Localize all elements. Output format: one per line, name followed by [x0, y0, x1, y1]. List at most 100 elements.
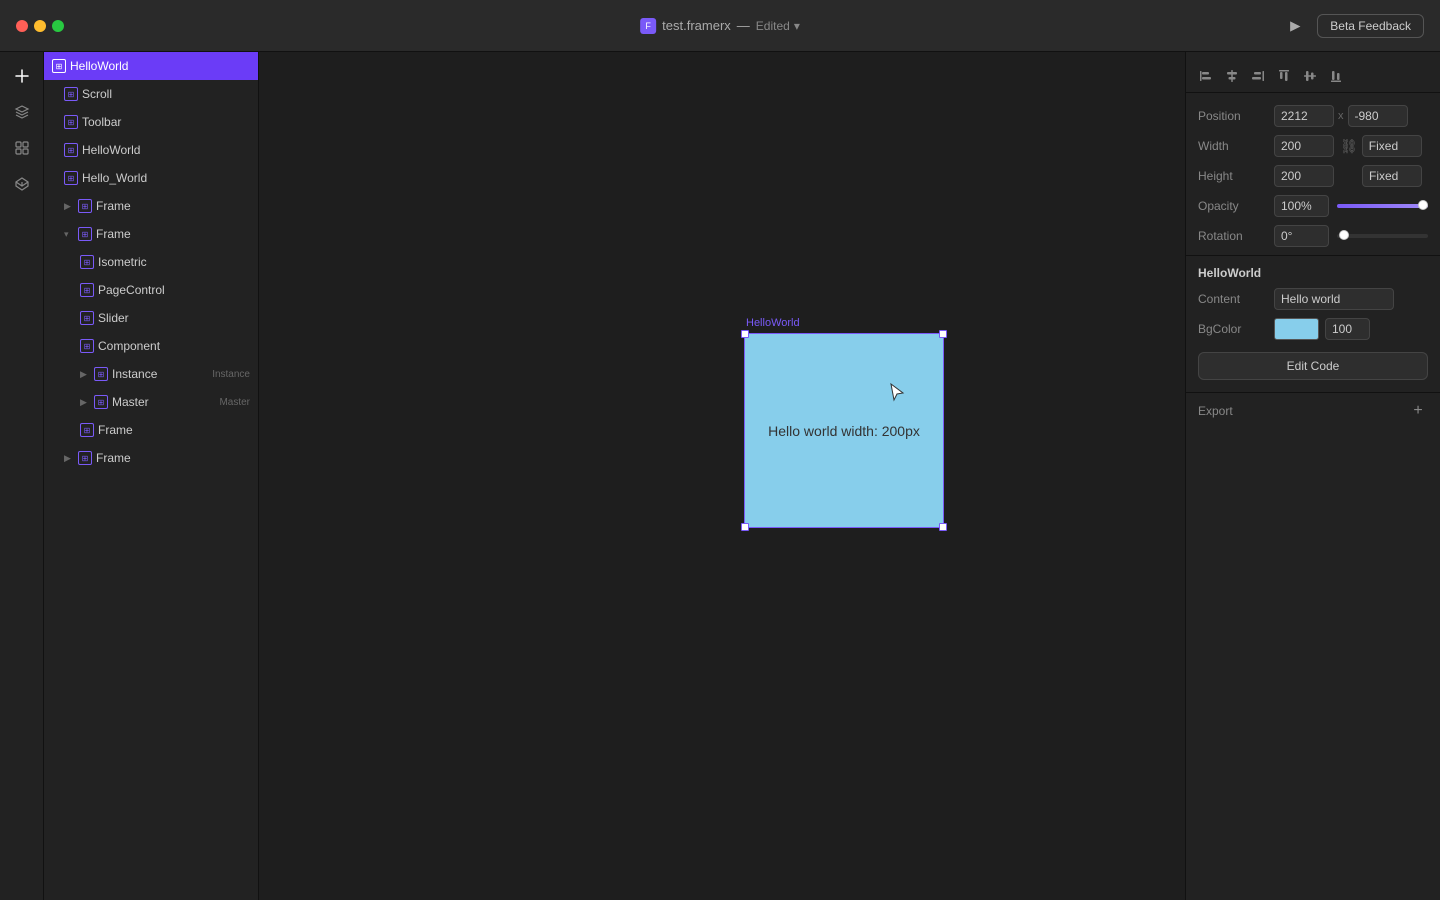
- layer-label: Slider: [98, 311, 250, 325]
- canvas-frame[interactable]: Hello world width: 200px: [744, 333, 944, 528]
- layer-icon: ⊞: [64, 143, 78, 157]
- opacity-input[interactable]: [1274, 195, 1329, 217]
- rotation-value: [1274, 225, 1428, 247]
- titlebar-right: ▶ Beta Feedback: [1281, 12, 1424, 40]
- expand-arrow[interactable]: ▶: [80, 369, 90, 380]
- layer-icon: ⊞: [80, 423, 94, 437]
- layer-item-scroll[interactable]: ⊞ Scroll: [44, 80, 258, 108]
- content-label: Content: [1198, 292, 1266, 306]
- rotation-thumb: [1339, 230, 1349, 240]
- handle-top-right[interactable]: [939, 330, 947, 338]
- layer-label: Frame: [96, 227, 250, 241]
- edited-label: Edited: [756, 19, 790, 33]
- height-input[interactable]: [1274, 165, 1334, 187]
- width-value: ⛓ Fixed Fill Hug: [1274, 135, 1428, 157]
- rotation-input[interactable]: [1274, 225, 1329, 247]
- position-label: Position: [1198, 109, 1266, 123]
- layer-label: HelloWorld: [70, 59, 250, 73]
- export-add-button[interactable]: +: [1408, 401, 1428, 421]
- position-value: x: [1274, 105, 1428, 127]
- bgcolor-num-input[interactable]: [1325, 318, 1370, 340]
- layer-item-helloworld-root[interactable]: ⊞ HelloWorld: [44, 52, 258, 80]
- layer-item-frame4[interactable]: ▶ ⊞ Frame: [44, 444, 258, 472]
- components-button[interactable]: [6, 132, 38, 164]
- layer-label: Frame: [98, 423, 250, 437]
- layer-label: Instance: [112, 367, 208, 381]
- align-center-h-button[interactable]: [1220, 64, 1244, 88]
- layer-icon: ⊞: [80, 255, 94, 269]
- bgcolor-row: BgColor: [1186, 314, 1440, 344]
- align-right-button[interactable]: [1246, 64, 1270, 88]
- add-button[interactable]: [6, 60, 38, 92]
- width-label: Width: [1198, 139, 1266, 153]
- bgcolor-value: [1274, 318, 1428, 340]
- filename: test.framerx: [662, 18, 731, 33]
- titlebar-left: [16, 20, 72, 32]
- layer-icon: ⊞: [78, 199, 92, 213]
- titlebar: F test.framerx — Edited ▾ ▶ Beta Feedbac…: [0, 0, 1440, 52]
- layer-item-frame2[interactable]: ▾ ⊞ Frame: [44, 220, 258, 248]
- layer-label: PageControl: [98, 283, 250, 297]
- layer-label: Master: [112, 395, 215, 409]
- layer-item-toolbar[interactable]: ⊞ Toolbar: [44, 108, 258, 136]
- bgcolor-label: BgColor: [1198, 322, 1266, 336]
- expand-arrow[interactable]: ▶: [64, 201, 74, 212]
- opacity-value: [1274, 195, 1428, 217]
- layer-item-frame1[interactable]: ▶ ⊞ Frame: [44, 192, 258, 220]
- align-top-button[interactable]: [1272, 64, 1296, 88]
- close-button[interactable]: [16, 20, 28, 32]
- expand-arrow[interactable]: ▶: [64, 453, 74, 464]
- expand-arrow[interactable]: ▾: [64, 229, 74, 240]
- main-layout: ⊞ HelloWorld ⊞ Scroll ⊞ Toolbar ⊞ HelloW…: [0, 52, 1440, 900]
- position-x-input[interactable]: [1274, 105, 1334, 127]
- layer-item-master[interactable]: ▶ ⊞ Master Master: [44, 388, 258, 416]
- layer-item-isometric[interactable]: ⊞ Isometric: [44, 248, 258, 276]
- opacity-label: Opacity: [1198, 199, 1266, 213]
- height-row: Height Fixed Fill Hug: [1186, 161, 1440, 191]
- titlebar-center: F test.framerx — Edited ▾: [640, 18, 800, 34]
- layer-item-pagecontrol[interactable]: ⊞ PageControl: [44, 276, 258, 304]
- edit-code-button[interactable]: Edit Code: [1198, 352, 1428, 380]
- handle-top-left[interactable]: [741, 330, 749, 338]
- beta-feedback-button[interactable]: Beta Feedback: [1317, 14, 1424, 38]
- opacity-thumb: [1418, 200, 1428, 210]
- position-y-input[interactable]: [1348, 105, 1408, 127]
- layer-item-frame3[interactable]: ⊞ Frame: [44, 416, 258, 444]
- handle-bottom-left[interactable]: [741, 523, 749, 531]
- layer-item-instance[interactable]: ▶ ⊞ Instance Instance: [44, 360, 258, 388]
- play-button[interactable]: ▶: [1281, 12, 1309, 40]
- align-left-button[interactable]: [1194, 64, 1218, 88]
- content-input[interactable]: [1274, 288, 1394, 310]
- width-input[interactable]: [1274, 135, 1334, 157]
- rotation-label: Rotation: [1198, 229, 1266, 243]
- align-bottom-button[interactable]: [1324, 64, 1348, 88]
- opacity-slider[interactable]: [1337, 204, 1428, 208]
- layer-item-component[interactable]: ⊞ Component: [44, 332, 258, 360]
- minimize-button[interactable]: [34, 20, 46, 32]
- layer-item-helloworld-child[interactable]: ⊞ HelloWorld: [44, 136, 258, 164]
- expand-arrow[interactable]: ▶: [80, 397, 90, 408]
- export-row: Export +: [1186, 397, 1440, 425]
- layer-item-hello-world[interactable]: ⊞ Hello_World: [44, 164, 258, 192]
- layers-button[interactable]: [6, 96, 38, 128]
- layer-label: Scroll: [82, 87, 250, 101]
- x-separator: x: [1338, 110, 1344, 122]
- layer-label: Component: [98, 339, 250, 353]
- traffic-lights: [16, 20, 64, 32]
- layer-icon: ⊞: [80, 283, 94, 297]
- rotation-slider[interactable]: [1337, 234, 1428, 238]
- layer-panel: ⊞ HelloWorld ⊞ Scroll ⊞ Toolbar ⊞ HelloW…: [44, 52, 259, 900]
- maximize-button[interactable]: [52, 20, 64, 32]
- chevron-down-icon: ▾: [794, 19, 800, 33]
- alignment-toolbar: [1186, 60, 1440, 93]
- handle-bottom-right[interactable]: [939, 523, 947, 531]
- canvas-area[interactable]: HelloWorld Hello world width: 200px: [259, 52, 1185, 900]
- bgcolor-swatch[interactable]: [1274, 318, 1319, 340]
- export-label: Export: [1198, 404, 1400, 418]
- align-middle-v-button[interactable]: [1298, 64, 1322, 88]
- layer-item-slider[interactable]: ⊞ Slider: [44, 304, 258, 332]
- canvas-element[interactable]: HelloWorld Hello world width: 200px: [744, 317, 944, 528]
- height-mode-select[interactable]: Fixed Fill Hug: [1362, 165, 1422, 187]
- packages-button[interactable]: [6, 168, 38, 200]
- width-mode-select[interactable]: Fixed Fill Hug: [1362, 135, 1422, 157]
